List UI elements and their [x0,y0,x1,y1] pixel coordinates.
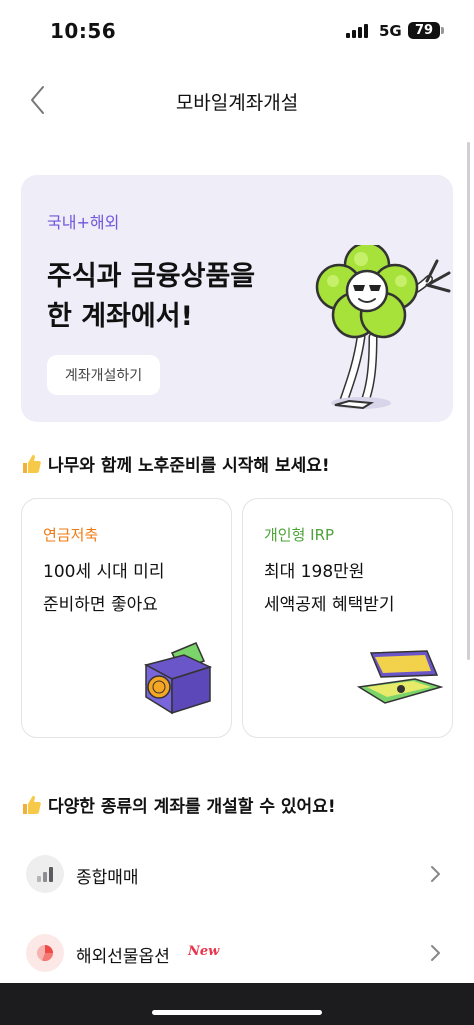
network-type: 5G [379,22,402,40]
signal-icon [346,24,370,38]
card-tag: 개인형 IRP [264,526,335,544]
hero-tag: 국내+해외 [47,213,120,232]
pension-savings-card[interactable]: 연금저축 100세 시대 미리 준비하면 좋아요 [21,498,232,738]
battery-icon: 79 [408,22,440,39]
bar-chart-icon [26,855,64,893]
thumbs-up-icon [23,454,41,473]
page-title: 모바일계좌개설 [175,92,299,114]
accounts-section-title: 다양한 종류의 계좌를 개설할 수 있어요! [20,792,336,817]
retirement-section-title: 나무와 함께 노후준비를 시작해 보세요! [20,451,330,476]
hero-title: 주식과 금융상품을 한 계좌에서! [47,257,307,337]
scrollbar[interactable] [467,142,470,660]
home-indicator[interactable] [152,1010,322,1015]
pie-chart-icon [26,934,64,972]
status-bar: 10:56 5G 79 [0,0,474,62]
thumbs-up-icon [23,795,41,814]
card-desc-line1: 최대 198만원 [264,562,365,582]
hero-title-line2: 한 계좌에서! [47,301,193,332]
hero-title-line1: 주식과 금융상품을 [47,261,256,292]
account-item-general-trading[interactable]: 종합매매 [0,845,474,905]
card-desc-line1: 100세 시대 미리 [43,562,165,582]
account-item-label: 해외선물옵션 [76,947,170,967]
card-description: 최대 198만원 세액공제 혜택받기 [264,556,395,622]
retirement-section-text: 나무와 함께 노후준비를 시작해 보세요! [48,456,330,476]
money-box-illustration [143,642,213,715]
chevron-right-icon [431,945,440,961]
open-case-illustration [357,650,443,704]
battery-nub [441,27,444,34]
card-tag: 연금저축 [43,526,99,544]
account-item-label: 종합매매 [76,868,139,888]
nav-header: 모바일계좌개설 [0,62,474,138]
irp-card[interactable]: 개인형 IRP 최대 198만원 세액공제 혜택받기 [242,498,453,738]
new-badge: New [188,944,220,959]
card-desc-line2: 준비하면 좋아요 [43,595,158,615]
accounts-section-text: 다양한 종류의 계좌를 개설할 수 있어요! [48,797,336,817]
open-account-button[interactable]: 계좌개설하기 [47,355,160,395]
clover-mascot-illustration [315,245,451,410]
account-item-overseas-futures[interactable]: 해외선물옵션 New [0,924,474,984]
bottom-bar [0,983,474,1025]
status-time: 10:56 [50,19,117,43]
hero-banner[interactable]: 국내+해외 주식과 금융상품을 한 계좌에서! 계좌개설하기 [21,175,453,422]
card-desc-line2: 세액공제 혜택받기 [264,595,395,615]
card-description: 100세 시대 미리 준비하면 좋아요 [43,556,164,622]
battery-level: 79 [414,23,434,38]
chevron-right-icon [431,866,440,882]
